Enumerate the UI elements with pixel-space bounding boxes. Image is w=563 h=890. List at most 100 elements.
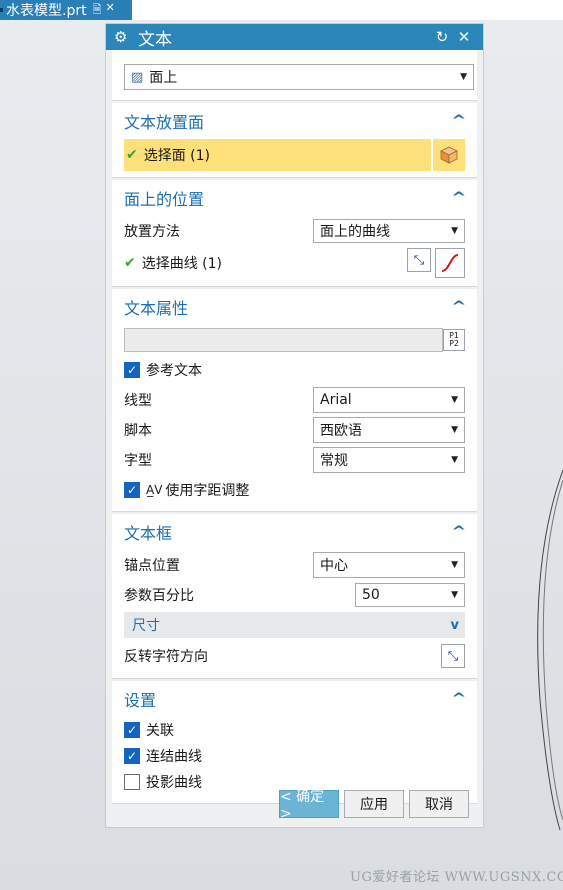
kerning-checkbox[interactable]: ✓: [124, 482, 140, 498]
type-select[interactable]: ▨ 面上 ▼: [124, 64, 474, 90]
curve-selector-icon[interactable]: [435, 248, 465, 278]
line-type-label: 线型: [124, 393, 152, 409]
chevron-down-icon: ▼: [460, 72, 467, 82]
associative-checkbox[interactable]: ✓: [124, 722, 140, 738]
script-label: 脚本: [124, 423, 152, 439]
chevron-down-icon: ▼: [451, 590, 458, 600]
join-curves-label: 连结曲线: [146, 749, 202, 765]
ref-text-label: 参考文本: [146, 363, 202, 379]
style-row: 字型 常规 ▼: [124, 445, 465, 475]
anchor-label: 锚点位置: [124, 558, 180, 574]
ref-text-row[interactable]: ✓ 参考文本: [124, 355, 465, 385]
face-selector-button[interactable]: [433, 139, 465, 171]
text-param-icon[interactable]: P1 P2: [443, 329, 465, 351]
ok-button[interactable]: < 确定 >: [279, 789, 339, 822]
position-section: 面上的位置 ^ 放置方法 面上的曲线 ▼ ✔ 选择曲线 (1) ⤡: [112, 180, 477, 287]
chevron-up-icon[interactable]: ^: [452, 524, 467, 540]
text-dialog: ⚙ 文本 ↻ ✕ ▨ 面上 ▼ 文本放置面 ^ ✔ 选择面 (1) 面上的位置 …: [105, 23, 484, 828]
kerning-row[interactable]: ✓ A̲V 使用字距调整: [124, 475, 465, 505]
associative-row[interactable]: ✓ 关联: [124, 717, 465, 743]
chevron-up-icon[interactable]: ^: [452, 299, 467, 315]
style-select-value: 常规: [320, 453, 348, 469]
select-curve-row: ✔ 选择曲线 (1) ⤡: [124, 246, 465, 280]
section-header[interactable]: 设置 ^: [124, 681, 467, 717]
section-title: 文本框: [124, 524, 173, 543]
type-select-value: 面上: [149, 70, 178, 86]
section-header[interactable]: 文本放置面 ^: [124, 103, 467, 139]
section-header[interactable]: 面上的位置 ^: [124, 180, 467, 216]
param-percent-row: 参数百分比 50 ▼: [124, 580, 465, 610]
dialog-title: 文本: [138, 29, 172, 50]
chevron-down-icon: ▼: [451, 455, 458, 465]
reverse-direction-label: 反转字符方向: [124, 649, 208, 665]
anchor-row: 锚点位置 中心 ▼: [124, 550, 465, 580]
text-box-section: 文本框 ^ 锚点位置 中心 ▼ 参数百分比 50 ▼ 尺寸 v 反转字符方向 ⤡: [112, 514, 477, 679]
size-label: 尺寸: [132, 618, 160, 634]
chevron-down-icon: ▼: [451, 560, 458, 570]
text-input[interactable]: [124, 328, 444, 352]
style-select[interactable]: 常规 ▼: [313, 447, 465, 473]
section-header[interactable]: 文本属性 ^: [124, 289, 467, 325]
script-select[interactable]: 西欧语 ▼: [313, 417, 465, 443]
reset-icon[interactable]: ↻: [431, 28, 453, 46]
chevron-up-icon[interactable]: ^: [452, 691, 467, 707]
select-face-row[interactable]: ✔ 选择面 (1): [124, 139, 465, 171]
kerning-icon: A̲V: [146, 483, 163, 497]
line-type-row: 线型 Arial ▼: [124, 385, 465, 415]
text-properties-section: 文本属性 ^ P1 P2 ✓ 参考文本 线型 Arial ▼ 脚本 西欧语 ▼ 字…: [112, 289, 477, 512]
reverse-direction-row: 反转字符方向 ⤡: [124, 640, 465, 672]
face-text-icon: ▨: [131, 69, 144, 85]
project-curves-checkbox[interactable]: [124, 774, 140, 790]
associative-label: 关联: [146, 723, 174, 739]
reverse-direction-icon[interactable]: ⤡: [407, 248, 431, 272]
gear-icon: ⚙: [114, 28, 128, 46]
section-title: 文本放置面: [124, 113, 205, 132]
section-header[interactable]: 文本框 ^: [124, 514, 467, 550]
select-face-field[interactable]: ✔ 选择面 (1): [124, 139, 431, 171]
join-curves-checkbox[interactable]: ✓: [124, 748, 140, 764]
type-section: ▨ 面上 ▼: [112, 50, 477, 101]
font-select-value: Arial: [320, 392, 352, 408]
placement-face-section: 文本放置面 ^ ✔ 选择面 (1): [112, 103, 477, 178]
select-face-label: 选择面 (1): [143, 148, 211, 164]
dialog-titlebar: ⚙ 文本 ↻ ✕: [106, 24, 483, 50]
anchor-select-value: 中心: [320, 558, 348, 574]
cancel-button[interactable]: 取消: [409, 790, 469, 818]
size-subsection-header[interactable]: 尺寸 v: [124, 612, 465, 638]
watermark: UG爱好者论坛 WWW.UGSNX.COM: [350, 870, 563, 885]
section-title: 设置: [124, 691, 157, 710]
placement-method-row: 放置方法 面上的曲线 ▼: [124, 216, 465, 246]
script-select-value: 西欧语: [320, 423, 362, 439]
cube-icon: [440, 146, 458, 164]
chevron-down-icon: ▼: [451, 425, 458, 435]
ref-text-checkbox[interactable]: ✓: [124, 362, 140, 378]
param-percent-select[interactable]: 50 ▼: [355, 583, 465, 607]
placement-method-select[interactable]: 面上的曲线 ▼: [313, 219, 465, 243]
section-title: 面上的位置: [124, 190, 205, 209]
chevron-down-icon: ▼: [451, 395, 458, 405]
project-curves-label: 投影曲线: [146, 775, 202, 791]
style-label: 字型: [124, 453, 152, 469]
chevron-down-icon[interactable]: v: [451, 618, 459, 633]
text-input-row: P1 P2: [124, 325, 465, 355]
chevron-down-icon: ▼: [451, 226, 458, 236]
placement-method-label: 放置方法: [124, 224, 180, 240]
select-curve-label: 选择曲线 (1): [141, 256, 223, 272]
apply-button[interactable]: 应用: [344, 790, 404, 818]
placement-method-value: 面上的曲线: [320, 224, 390, 240]
join-curves-row[interactable]: ✓ 连结曲线: [124, 743, 465, 769]
chevron-up-icon[interactable]: ^: [452, 113, 467, 129]
chevron-up-icon[interactable]: ^: [452, 190, 467, 206]
kerning-label: 使用字距调整: [165, 483, 250, 499]
param-percent-label: 参数百分比: [124, 588, 194, 604]
close-icon[interactable]: ✕: [453, 28, 475, 46]
checkmark-icon: ✔: [124, 255, 136, 271]
anchor-select[interactable]: 中心 ▼: [313, 552, 465, 578]
section-title: 文本属性: [124, 299, 189, 318]
checkmark-icon: ✔: [126, 147, 138, 163]
reverse-direction-icon[interactable]: ⤡: [441, 644, 465, 668]
script-row: 脚本 西欧语 ▼: [124, 415, 465, 445]
dialog-buttons: < 确定 > 应用 取消: [106, 789, 483, 822]
param-percent-value: 50: [362, 587, 380, 603]
font-select[interactable]: Arial ▼: [313, 387, 465, 413]
